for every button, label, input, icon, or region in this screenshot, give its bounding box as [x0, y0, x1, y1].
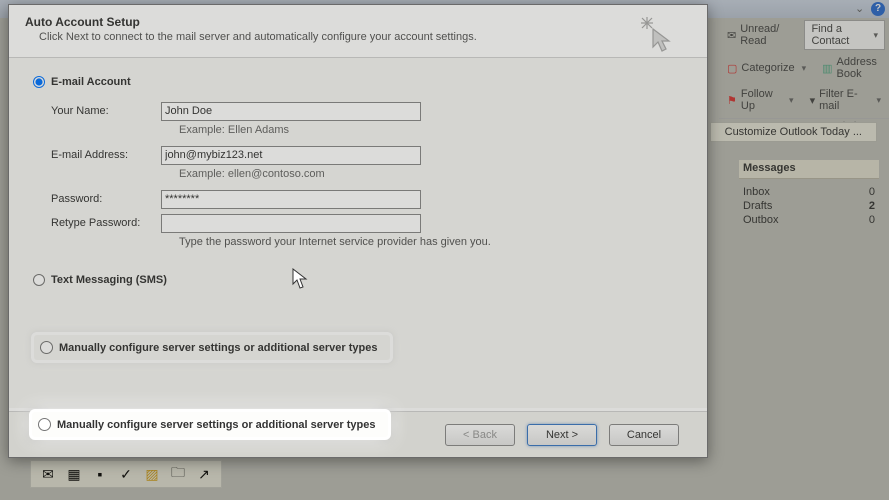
address-book-icon: ▥ [822, 62, 832, 75]
radio-manual-input[interactable] [40, 341, 53, 354]
category-icon: ▢ [727, 62, 737, 75]
categorize-label: Categorize [741, 62, 794, 74]
unread-read-label: Unread/ Read [740, 23, 792, 47]
envelope-icon: ✉ [727, 29, 736, 42]
find-contact-label: Find a Contact [811, 23, 866, 47]
address-book-button[interactable]: ▥ Address Book [818, 54, 885, 82]
follow-up-label: Follow Up [741, 88, 782, 112]
find-contact-input[interactable]: Find a Contact [804, 20, 885, 50]
radio-email-account-label: E-mail Account [51, 76, 131, 88]
message-row-inbox[interactable]: Inbox 0 [739, 185, 879, 199]
flag-icon: ⚑ [727, 94, 737, 107]
next-button[interactable]: Next > [527, 424, 597, 446]
filter-email-label: Filter E-mail [819, 88, 869, 112]
filter-email-button[interactable]: ▾ Filter E-mail [806, 86, 885, 114]
sparkle-cursor-icon [639, 15, 677, 53]
radio-manual-configure[interactable]: Manually configure server settings or ad… [31, 332, 393, 363]
password-label: Password: [51, 193, 161, 205]
nav-bar: ✉ ▦ ▪ ✓ ▨ 🗀 ↗ [30, 460, 222, 488]
password-hint: Type the password your Internet service … [179, 236, 683, 248]
radio-email-account[interactable]: E-mail Account [33, 76, 683, 88]
messages-panel: Messages Inbox 0 Drafts 2 Outbox 0 [739, 160, 879, 227]
email-label: E-mail Address: [51, 149, 161, 161]
dialog-subtitle: Click Next to connect to the mail server… [39, 31, 691, 43]
calendar-icon[interactable]: ▦ [65, 465, 83, 483]
radio-sms-input[interactable] [33, 274, 45, 286]
message-count: 0 [869, 214, 875, 226]
notes-icon[interactable]: ▨ [143, 465, 161, 483]
shortcuts-icon[interactable]: ↗ [195, 465, 213, 483]
radio-sms-label: Text Messaging (SMS) [51, 274, 167, 286]
messages-header: Messages [739, 160, 879, 179]
dialog-title: Auto Account Setup [25, 15, 691, 29]
categorize-button[interactable]: ▢ Categorize [723, 60, 810, 77]
back-button: < Back [445, 424, 515, 446]
message-count: 0 [869, 186, 875, 198]
message-count: 2 [869, 200, 875, 212]
ribbon-right-fragment: ✉ Unread/ Read Find a Contact ▢ Categori… [719, 18, 889, 108]
message-row-outbox[interactable]: Outbox 0 [739, 213, 879, 227]
retype-password-label: Retype Password: [51, 217, 161, 229]
email-input[interactable] [161, 146, 421, 165]
radio-email-account-input[interactable] [33, 76, 45, 88]
contacts-icon[interactable]: ▪ [91, 465, 109, 483]
dialog-banner: Auto Account Setup Click Next to connect… [9, 5, 707, 58]
your-name-input[interactable] [161, 102, 421, 121]
message-label: Drafts [743, 200, 772, 212]
funnel-icon: ▾ [810, 94, 816, 107]
email-example: Example: ellen@contoso.com [179, 168, 683, 180]
auto-account-setup-dialog: Auto Account Setup Click Next to connect… [8, 4, 708, 458]
message-row-drafts[interactable]: Drafts 2 [739, 199, 879, 213]
customize-outlook-today-button[interactable]: Customize Outlook Today ... [710, 122, 877, 142]
message-label: Inbox [743, 186, 770, 198]
folder-icon[interactable]: 🗀 [169, 465, 187, 483]
address-book-label: Address Book [837, 56, 881, 80]
your-name-label: Your Name: [51, 105, 161, 117]
cancel-button[interactable]: Cancel [609, 424, 679, 446]
radio-manual-label: Manually configure server settings or ad… [59, 342, 378, 354]
dialog-footer: < Back Next > Cancel [9, 411, 707, 457]
unread-read-button[interactable]: ✉ Unread/ Read [723, 21, 796, 49]
follow-up-button[interactable]: ⚑ Follow Up [723, 86, 798, 114]
mail-icon[interactable]: ✉ [39, 465, 57, 483]
password-input[interactable] [161, 190, 421, 209]
message-label: Outbox [743, 214, 778, 226]
retype-password-input[interactable] [161, 214, 421, 233]
dialog-body: E-mail Account Your Name: Example: Ellen… [9, 58, 707, 408]
help-icon[interactable]: ? [871, 2, 885, 16]
your-name-example: Example: Ellen Adams [179, 124, 683, 136]
minimize-ribbon-icon[interactable]: ⌄ [855, 2, 869, 16]
tasks-icon[interactable]: ✓ [117, 465, 135, 483]
radio-sms[interactable]: Text Messaging (SMS) [33, 274, 683, 286]
